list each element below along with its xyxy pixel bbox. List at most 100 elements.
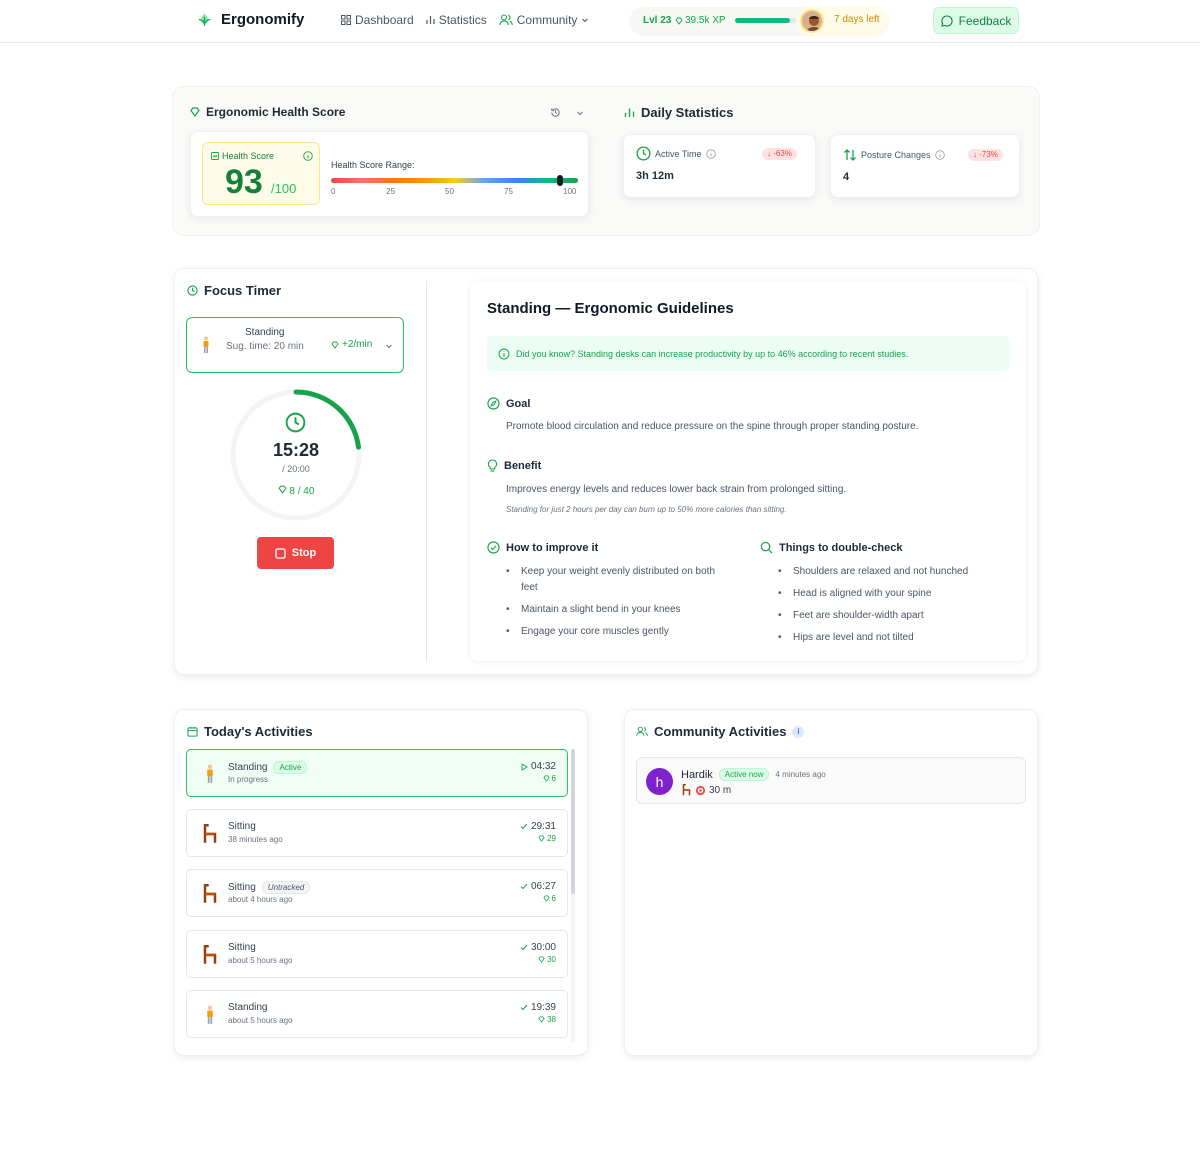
activity-points: 38 xyxy=(538,1015,556,1024)
nav-statistics[interactable]: Statistics xyxy=(426,13,487,27)
health-score-value: 93 xyxy=(225,163,263,201)
list-item: Maintain a slight bend in your knees xyxy=(506,602,734,618)
activity-item[interactable]: Standing Active In progress 04:32 6 xyxy=(186,749,568,797)
feedback-button[interactable]: Feedback xyxy=(933,7,1019,34)
clock-icon xyxy=(636,146,651,161)
scrollbar-thumb[interactable] xyxy=(571,749,575,894)
activity-duration: 30:00 xyxy=(520,942,556,953)
users-icon xyxy=(498,14,513,26)
nav-dashboard-label: Dashboard xyxy=(355,13,414,27)
focus-divider xyxy=(426,281,427,662)
top-header: Ergonomify Dashboard Statistics Communit… xyxy=(0,0,1200,43)
activity-duration-text: 19:39 xyxy=(530,1002,556,1013)
compass-icon xyxy=(487,397,500,410)
list-item: Shoulders are relaxed and not hunched xyxy=(778,564,1018,580)
activity-item[interactable]: Standing about 5 hours ago 19:39 38 xyxy=(186,990,568,1038)
activities-scrollbar[interactable] xyxy=(571,749,575,1042)
gem-icon xyxy=(538,835,545,842)
standing-person-icon xyxy=(203,336,209,353)
active-now-badge: Active now xyxy=(718,768,770,781)
range-marker xyxy=(556,175,563,186)
gem-icon xyxy=(542,775,550,782)
activity-item[interactable]: Sitting about 5 hours ago 30:00 30 xyxy=(186,930,568,978)
community-entry[interactable]: h Hardik Active now 4 minutes ago 30 m xyxy=(636,757,1026,804)
guidelines-title: Standing — Ergonomic Guidelines xyxy=(487,300,734,317)
activity-duration-text: 06:27 xyxy=(530,881,556,892)
improve-list: Keep your weight evenly distributed on b… xyxy=(506,564,734,646)
posture-changes-label: Posture Changes xyxy=(843,148,945,162)
info-icon[interactable] xyxy=(303,151,313,161)
chevron-down-icon[interactable] xyxy=(576,109,584,117)
info-icon[interactable] xyxy=(934,150,945,160)
nav-dashboard[interactable]: Dashboard xyxy=(341,13,414,27)
posture-changes-value: 4 xyxy=(843,171,850,183)
activity-points-text: 38 xyxy=(547,1015,556,1024)
health-title-text: Ergonomic Health Score xyxy=(206,105,346,119)
nav-community[interactable]: Community xyxy=(498,13,590,27)
posture-change: -73% xyxy=(979,150,998,159)
gem-icon xyxy=(542,895,550,902)
standing-person-icon xyxy=(207,764,213,783)
score-icon xyxy=(211,152,219,160)
health-range-bar xyxy=(331,175,578,186)
active-time-label-text: Active Time xyxy=(655,148,702,159)
info-icon[interactable] xyxy=(705,148,716,159)
clock-icon xyxy=(187,285,198,296)
timer-points-text: 8 / 40 xyxy=(289,486,315,497)
activity-points: 6 xyxy=(542,894,556,903)
posture-changes-card: Posture Changes ↓ -73% 4 xyxy=(830,134,1020,198)
health-score-box: Health Score 93 /100 xyxy=(202,142,320,205)
xp-progress-bar xyxy=(735,18,797,23)
range-tick: 100 xyxy=(563,187,577,196)
did-you-know-tip: Did you know? Standing desks can increas… xyxy=(487,336,1010,371)
info-icon[interactable]: i xyxy=(792,725,805,738)
activity-name-text: Standing xyxy=(228,762,268,773)
activity-duration: 06:27 xyxy=(520,881,556,892)
goal-title: Goal xyxy=(506,397,531,410)
activity-points: 6 xyxy=(542,774,556,783)
stop-label: Stop xyxy=(291,547,317,559)
activity-time-ago: 38 minutes ago xyxy=(228,835,283,844)
logo[interactable]: Ergonomify xyxy=(196,11,304,28)
mode-suggested-time: Sug. time: 20 min xyxy=(226,341,304,352)
community-user-name: Hardik xyxy=(681,768,713,781)
list-item: Keep your weight evenly distributed on b… xyxy=(506,564,734,596)
days-left-text: 7 days left xyxy=(834,14,880,25)
nav-statistics-label: Statistics xyxy=(438,13,487,27)
level-text: Lvl 23 xyxy=(643,15,672,26)
activity-name: Standing Active xyxy=(228,761,308,774)
daily-title-text: Daily Statistics xyxy=(641,105,734,120)
activity-name-text: Sitting xyxy=(228,882,256,893)
double-check-heading: Things to double-check xyxy=(760,541,902,554)
activity-points-text: 29 xyxy=(547,834,556,843)
activity-duration: 29:31 xyxy=(520,821,556,832)
leaf-icon xyxy=(198,13,211,26)
gem-icon xyxy=(331,341,339,349)
mode-rate: +2/min xyxy=(331,339,372,350)
active-time-label: Active Time xyxy=(636,146,716,161)
health-score-label-text: Health Score xyxy=(222,151,275,161)
days-left-badge[interactable]: 7 days left xyxy=(796,6,888,37)
focus-timer-title: Focus Timer xyxy=(187,283,281,298)
focus-title-text: Focus Timer xyxy=(204,283,282,298)
activity-time-ago: about 4 hours ago xyxy=(228,895,293,904)
avatar[interactable] xyxy=(800,9,824,33)
check-icon xyxy=(520,944,528,951)
range-tick: 0 xyxy=(331,187,336,196)
activity-item[interactable]: Sitting Untracked about 4 hours ago 06:27… xyxy=(186,869,568,917)
health-score-title: Ergonomic Health Score xyxy=(190,105,345,119)
timer-points: 8 / 40 xyxy=(256,485,336,497)
mode-rate-text: +2/min xyxy=(342,339,373,350)
activity-points: 29 xyxy=(538,834,556,843)
check-icon xyxy=(520,1004,528,1011)
stop-button[interactable]: Stop xyxy=(257,537,334,569)
activity-time-ago: about 5 hours ago xyxy=(228,1016,293,1025)
range-tick: 25 xyxy=(386,187,395,196)
history-icon[interactable] xyxy=(550,107,561,118)
search-icon xyxy=(760,541,773,554)
activity-time-ago: In progress xyxy=(228,775,269,784)
mode-selector[interactable]: Standing Sug. time: 20 min +2/min xyxy=(186,317,404,373)
arrows-up-down-icon xyxy=(844,149,856,161)
activity-item[interactable]: Sitting 38 minutes ago 29:31 29 xyxy=(186,809,568,857)
timer-elapsed: 15:28 xyxy=(272,440,320,460)
